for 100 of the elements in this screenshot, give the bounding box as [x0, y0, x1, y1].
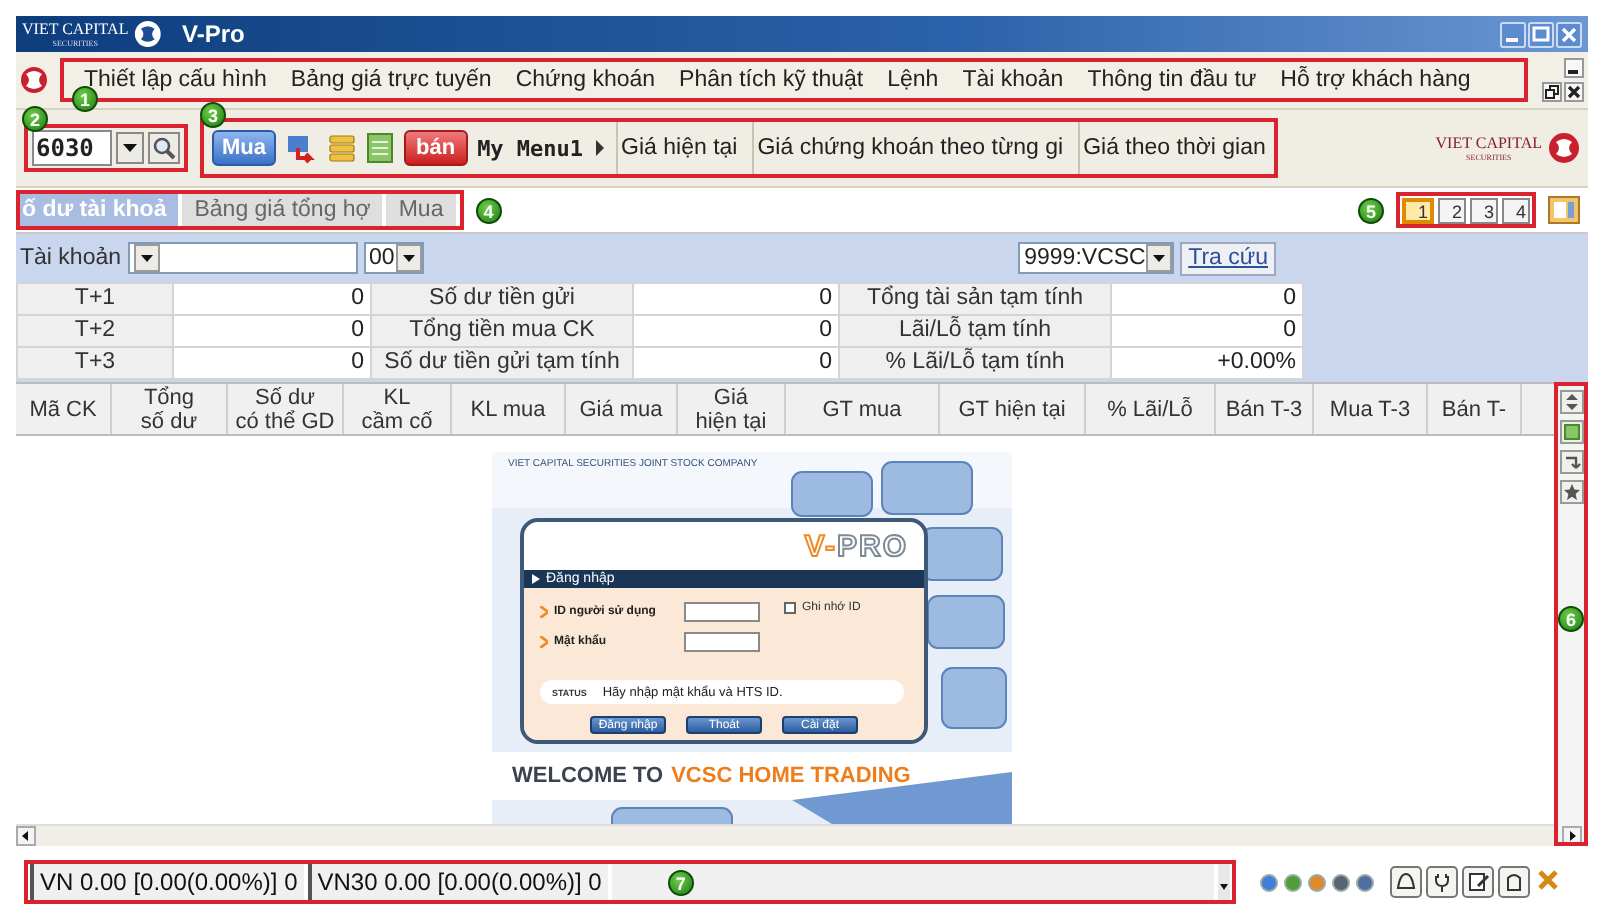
my-menu-button[interactable]: My Menu1	[477, 135, 584, 161]
value-cell: +0.00%	[1111, 347, 1303, 379]
value-cell: 0	[633, 315, 839, 347]
checkbox[interactable]	[784, 602, 796, 614]
dropdown-icon[interactable]	[116, 132, 144, 164]
menu-item[interactable]: Hỗ trợ khách hàng	[1268, 68, 1483, 92]
select-value: 00	[369, 246, 395, 270]
value-cell: 0	[173, 347, 371, 379]
lookup-button[interactable]: Tra cứu	[1180, 241, 1276, 275]
column-header[interactable]: % Lãi/Lỗ	[1086, 384, 1216, 434]
select-value: 9999:VCSC	[1024, 246, 1146, 270]
horizontal-scrollbar[interactable]	[16, 824, 1554, 846]
maximize-icon[interactable]	[1528, 21, 1554, 47]
value-cell: 0	[173, 315, 371, 347]
chevron-icon	[540, 606, 548, 618]
arrows-icon[interactable]	[286, 132, 318, 164]
scroll-left-icon[interactable]	[16, 826, 36, 846]
sheet-icon[interactable]	[1559, 420, 1583, 444]
label-cell: T+3	[17, 347, 173, 379]
page-button[interactable]: 4	[1502, 197, 1530, 223]
column-header[interactable]: Số dư có thể GD	[228, 384, 344, 434]
return-arrow-icon[interactable]	[1559, 450, 1583, 474]
sheet-icon[interactable]	[366, 132, 394, 164]
tab[interactable]: Bảng giá tổng hợ	[182, 194, 383, 226]
restore-icon[interactable]	[1542, 82, 1562, 102]
label-cell: Tổng tài sản tạm tính	[839, 283, 1111, 315]
window-title: V-Pro	[182, 20, 247, 48]
swirl-logo-icon	[1548, 132, 1580, 164]
menu-item[interactable]: Thông tin đầu tư	[1075, 68, 1269, 92]
search-icon[interactable]	[148, 132, 180, 164]
menu-item[interactable]: Chứng khoán	[503, 68, 668, 92]
column-header[interactable]: GT hiện tại	[940, 384, 1086, 434]
swirl-logo-icon[interactable]	[20, 66, 48, 94]
step-number-badge: 1	[72, 86, 98, 112]
value-cell: 0	[633, 283, 839, 315]
logo-text: VIET CAPITAL	[22, 20, 129, 38]
close-icon[interactable]	[1564, 82, 1584, 102]
swirl-logo-icon	[134, 18, 162, 50]
tab[interactable]: Giá hiện tại	[615, 122, 742, 174]
window-layout-icon[interactable]	[1548, 196, 1580, 224]
label-cell: Lãi/Lỗ tạm tính	[839, 315, 1111, 347]
sell-button[interactable]: bán	[404, 130, 468, 166]
stack-icon[interactable]	[328, 132, 356, 164]
input-field[interactable]	[684, 602, 760, 622]
menu-item[interactable]: Thiết lập cấu hình	[72, 68, 279, 92]
page-button[interactable]: 3	[1470, 197, 1498, 223]
bell-icon[interactable]	[1390, 866, 1422, 898]
value-cell: 0	[173, 283, 371, 315]
plug-icon[interactable]	[1426, 866, 1458, 898]
value-cell: 0	[1111, 283, 1303, 315]
v-pro-logo: V-PRO	[804, 529, 908, 563]
tab[interactable]: Giá theo thời gian	[1077, 122, 1270, 174]
label-cell: Số dư tiền gửi	[371, 283, 633, 315]
branch-select[interactable]: 9999:VCSC	[1018, 242, 1175, 274]
up-down-arrows-icon[interactable]	[1559, 390, 1583, 414]
column-header[interactable]: Mã CK	[16, 384, 112, 434]
column-header[interactable]: GT mua	[786, 384, 940, 434]
account-label: Tài khoản	[20, 246, 122, 270]
page-button[interactable]: 2	[1438, 197, 1466, 223]
column-header[interactable]: Tổng số dư	[112, 384, 228, 434]
index-ticker: VN30 0.00 [0.00(0.00%)] 0	[307, 864, 608, 900]
label-cell: Số dư tiền gửi tạm tính	[371, 347, 633, 379]
sub-account-select[interactable]: 00	[363, 242, 424, 274]
edit-icon[interactable]	[1462, 866, 1494, 898]
scroll-right-icon[interactable]	[1561, 826, 1581, 846]
tab[interactable]: Mua	[386, 194, 456, 226]
column-header[interactable]: Giá hiện tại	[678, 384, 786, 434]
dropdown-icon[interactable]	[1146, 244, 1173, 272]
label-cell: Tổng tiền mua CK	[371, 315, 633, 347]
step-number-badge: 2	[22, 106, 48, 132]
star-icon[interactable]	[1559, 480, 1583, 504]
input-field[interactable]	[684, 632, 760, 652]
arrow-right-icon[interactable]	[593, 140, 606, 156]
dropdown-icon[interactable]	[395, 244, 422, 272]
dropdown-icon[interactable]	[1218, 864, 1230, 900]
column-header[interactable]: Bán T-3	[1216, 384, 1314, 434]
notification-icon[interactable]	[1498, 866, 1530, 898]
menu-item[interactable]: Lệnh	[875, 68, 951, 92]
step-number-badge: 7	[667, 870, 694, 896]
step-number-badge: 3	[200, 102, 226, 128]
minimize-icon[interactable]	[1564, 58, 1584, 78]
column-header[interactable]: Giá mua	[566, 384, 678, 434]
page-button[interactable]: 1	[1402, 197, 1434, 223]
column-header[interactable]: Mua T-3	[1314, 384, 1428, 434]
triangle-right-icon	[532, 574, 540, 584]
welcome-text: WELCOME TO	[512, 764, 664, 788]
dropdown-icon[interactable]	[133, 244, 160, 272]
label-cell: T+1	[17, 283, 173, 315]
column-header[interactable]: KL mua	[452, 384, 566, 434]
menu-item[interactable]: Tài khoản	[950, 68, 1076, 92]
menu-item[interactable]: Phân tích kỹ thuật	[667, 68, 876, 92]
menu-item[interactable]: Bảng giá trực tuyến	[278, 68, 504, 92]
value-cell: 0	[1111, 315, 1303, 347]
index-ticker: VN 0.00 [0.00(0.00%)] 0	[30, 864, 304, 900]
symbol-field[interactable]: 6030	[32, 130, 112, 166]
value-cell: 0	[633, 347, 839, 379]
column-header[interactable]: KL cầm cố	[344, 384, 452, 434]
column-header[interactable]: Bán T-	[1428, 384, 1522, 434]
tab[interactable]: Giá chứng khoán theo từng gi	[751, 122, 1068, 174]
label-cell: T+2	[17, 315, 173, 347]
